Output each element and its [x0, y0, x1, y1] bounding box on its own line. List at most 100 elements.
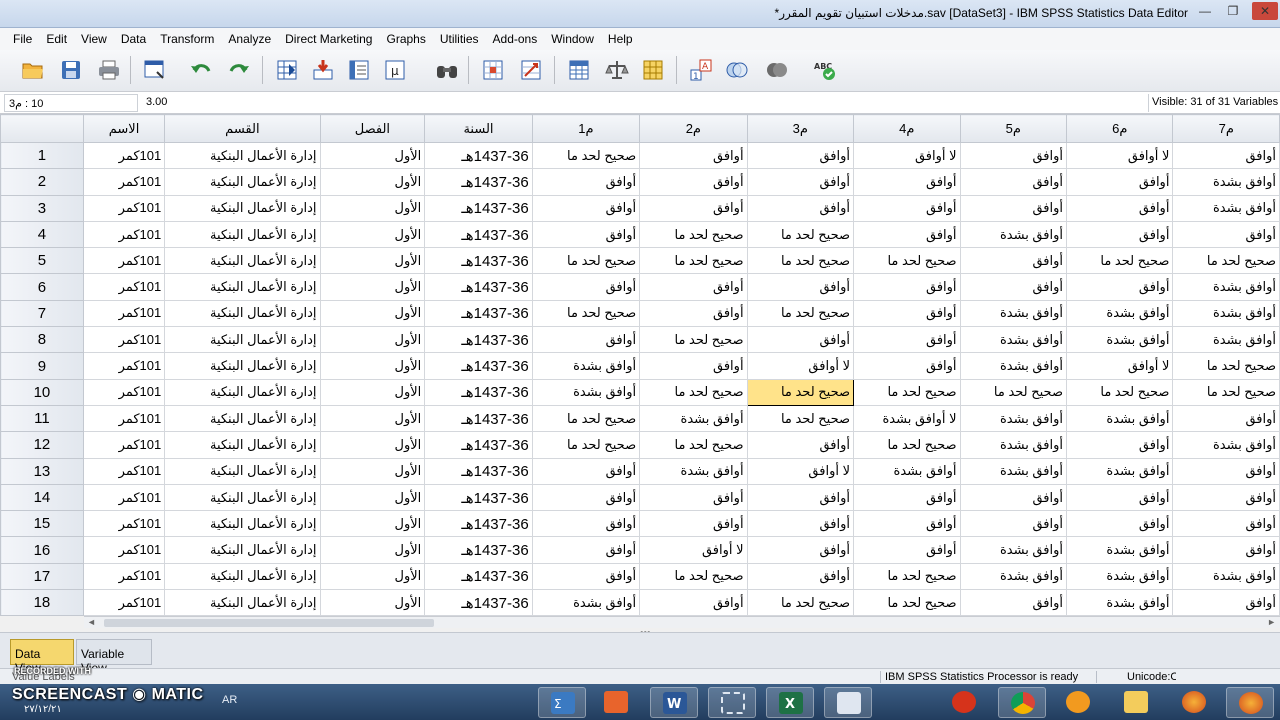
- data-cell[interactable]: الأول: [319, 141, 426, 170]
- data-cell[interactable]: أوافق بشدة: [1172, 273, 1280, 301]
- data-cell[interactable]: صحيح لحد ما: [746, 589, 855, 616]
- column-header[interactable]: الاسم: [82, 114, 166, 143]
- excel-task-icon[interactable]: X: [766, 687, 814, 718]
- row-number[interactable]: 10: [0, 378, 84, 406]
- data-cell[interactable]: إدارة الأعمال البنكية: [164, 299, 321, 328]
- data-cell[interactable]: الأول: [319, 352, 426, 380]
- data-cell[interactable]: صحيح لحد ما: [746, 247, 855, 275]
- column-header[interactable]: م1: [531, 114, 641, 143]
- data-cell[interactable]: 1437-36هـ: [424, 431, 533, 459]
- data-cell[interactable]: الأول: [319, 589, 426, 616]
- data-cell[interactable]: أوافق: [639, 483, 748, 512]
- column-header[interactable]: م3: [746, 114, 855, 143]
- find-icon[interactable]: [432, 55, 462, 85]
- data-cell[interactable]: أوافق: [531, 168, 641, 196]
- data-cell[interactable]: أوافق: [531, 457, 641, 485]
- data-cell[interactable]: أوافق: [639, 352, 748, 380]
- data-cell[interactable]: أوافق: [853, 194, 961, 222]
- close-button[interactable]: ✕: [1252, 2, 1278, 20]
- data-cell[interactable]: 1437-36هـ: [424, 220, 533, 249]
- data-cell[interactable]: 1437-36هـ: [424, 536, 533, 564]
- music-task-icon[interactable]: [1054, 687, 1102, 718]
- tab-data-view[interactable]: Data View: [10, 639, 74, 675]
- data-cell[interactable]: أوافق: [639, 589, 748, 616]
- data-cell[interactable]: 101كمر: [82, 483, 166, 512]
- save-icon[interactable]: [56, 55, 86, 85]
- data-cell[interactable]: أوافق بشدة: [959, 562, 1068, 591]
- data-cell[interactable]: 1437-36هـ: [424, 247, 533, 275]
- data-cell[interactable]: إدارة الأعمال البنكية: [164, 404, 321, 433]
- data-cell[interactable]: أوافق: [746, 168, 855, 196]
- data-cell[interactable]: 1437-36هـ: [424, 457, 533, 485]
- data-cell[interactable]: الأول: [319, 536, 426, 564]
- data-cell[interactable]: أوافق: [1172, 510, 1280, 538]
- data-cell[interactable]: 1437-36هـ: [424, 378, 533, 406]
- data-cell[interactable]: أوافق بشدة: [1172, 299, 1280, 328]
- data-cell[interactable]: أوافق: [1172, 536, 1280, 564]
- row-number[interactable]: 17: [0, 562, 84, 591]
- data-cell[interactable]: أوافق: [853, 326, 961, 354]
- data-cell[interactable]: 1437-36هـ: [424, 141, 533, 170]
- data-cell[interactable]: أوافق: [531, 510, 641, 538]
- data-cell[interactable]: أوافق: [1172, 589, 1280, 616]
- data-cell[interactable]: أوافق بشدة: [1065, 562, 1174, 591]
- undo-icon[interactable]: [186, 55, 216, 85]
- data-cell[interactable]: صحيح لحد ما: [1172, 352, 1280, 380]
- variables-icon[interactable]: [344, 55, 374, 85]
- data-cell[interactable]: أوافق: [531, 562, 641, 591]
- data-cell[interactable]: أوافق: [959, 510, 1068, 538]
- row-number[interactable]: 8: [0, 326, 84, 354]
- data-cell[interactable]: أوافق: [531, 483, 641, 512]
- data-cell[interactable]: أوافق: [746, 483, 855, 512]
- data-cell[interactable]: 1437-36هـ: [424, 483, 533, 512]
- data-cell[interactable]: أوافق بشدة: [1065, 536, 1174, 564]
- data-cell[interactable]: 101كمر: [82, 352, 166, 380]
- data-cell[interactable]: الأول: [319, 404, 426, 433]
- data-cell[interactable]: صحيح لحد ما: [853, 589, 961, 616]
- menu-window[interactable]: Window: [544, 28, 601, 50]
- column-header[interactable]: السنة: [424, 114, 533, 143]
- data-cell[interactable]: صحيح لحد ما: [639, 326, 748, 354]
- data-cell[interactable]: أوافق: [1065, 194, 1174, 222]
- data-cell[interactable]: إدارة الأعمال البنكية: [164, 220, 321, 249]
- folder-task-icon[interactable]: [1112, 687, 1160, 718]
- data-cell[interactable]: 1437-36هـ: [424, 326, 533, 354]
- data-cell[interactable]: 1437-36هـ: [424, 510, 533, 538]
- row-number[interactable]: 12: [0, 431, 84, 459]
- data-cell[interactable]: صحيح لحد ما: [746, 299, 855, 328]
- goto-case-icon[interactable]: [272, 55, 302, 85]
- menu-file[interactable]: File: [6, 28, 39, 50]
- weight-cases-icon[interactable]: [602, 55, 632, 85]
- data-cell[interactable]: 101كمر: [82, 536, 166, 564]
- data-cell[interactable]: إدارة الأعمال البنكية: [164, 168, 321, 196]
- data-cell[interactable]: صحيح لحد ما: [531, 141, 641, 170]
- data-cell[interactable]: أوافق: [746, 510, 855, 538]
- data-cell[interactable]: أوافق: [853, 352, 961, 380]
- data-cell[interactable]: لا أوافق: [1065, 352, 1174, 380]
- menu-add-ons[interactable]: Add-ons: [486, 28, 545, 50]
- row-number[interactable]: 11: [0, 404, 84, 433]
- print-icon[interactable]: [94, 55, 124, 85]
- data-cell[interactable]: إدارة الأعمال البنكية: [164, 457, 321, 485]
- data-cell[interactable]: إدارة الأعمال البنكية: [164, 352, 321, 380]
- data-cell[interactable]: أوافق بشدة: [1172, 194, 1280, 222]
- data-cell[interactable]: أوافق: [1172, 457, 1280, 485]
- firefox-task-icon[interactable]: [1170, 687, 1218, 718]
- data-cell[interactable]: 101كمر: [82, 247, 166, 275]
- spell-check-icon[interactable]: ABC: [810, 55, 840, 85]
- redo-icon[interactable]: [224, 55, 254, 85]
- menu-graphs[interactable]: Graphs: [379, 28, 432, 50]
- menu-help[interactable]: Help: [601, 28, 640, 50]
- data-cell[interactable]: صحيح لحد ما: [639, 378, 748, 406]
- data-cell[interactable]: أوافق: [531, 326, 641, 354]
- horizontal-scrollbar[interactable]: ◄ ►: [84, 616, 1280, 628]
- data-cell[interactable]: صحيح لحد ما: [1172, 378, 1280, 406]
- row-number[interactable]: 6: [0, 273, 84, 301]
- data-cell[interactable]: 101كمر: [82, 194, 166, 222]
- column-header[interactable]: م5: [959, 114, 1068, 143]
- data-cell[interactable]: أوافق: [1065, 431, 1174, 459]
- data-cell[interactable]: لا أوافق: [853, 141, 961, 170]
- data-cell[interactable]: أوافق: [853, 273, 961, 301]
- show-all-variables-icon[interactable]: [762, 55, 792, 85]
- column-header[interactable]: م6: [1065, 114, 1174, 143]
